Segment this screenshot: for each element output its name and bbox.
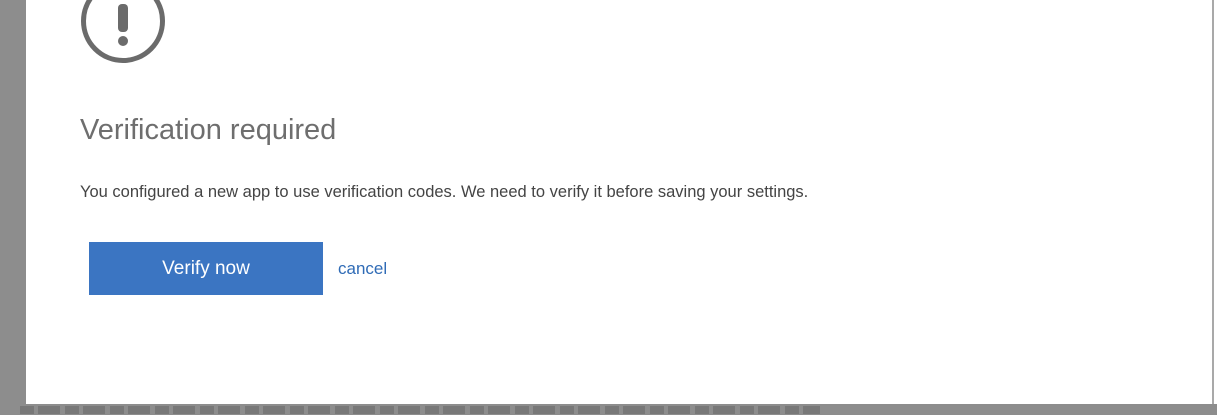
page-backdrop-bottom xyxy=(0,404,1217,415)
page-backdrop-left xyxy=(0,0,26,415)
backdrop-blurred-text xyxy=(20,406,820,414)
screen: Verification required You configured a n… xyxy=(0,0,1217,415)
cancel-link[interactable]: cancel xyxy=(338,259,387,279)
backdrop-text-fragment xyxy=(0,192,8,204)
dialog-title: Verification required xyxy=(80,114,337,146)
verification-dialog: Verification required You configured a n… xyxy=(26,0,1214,404)
verify-now-button[interactable]: Verify now xyxy=(89,242,323,295)
backdrop-text-fragment xyxy=(0,18,8,30)
backdrop-text-fragment xyxy=(0,92,8,104)
dialog-message: You configured a new app to use verifica… xyxy=(80,183,809,201)
backdrop-text-fragment xyxy=(0,348,8,360)
exclamation-circle-icon xyxy=(80,0,166,64)
